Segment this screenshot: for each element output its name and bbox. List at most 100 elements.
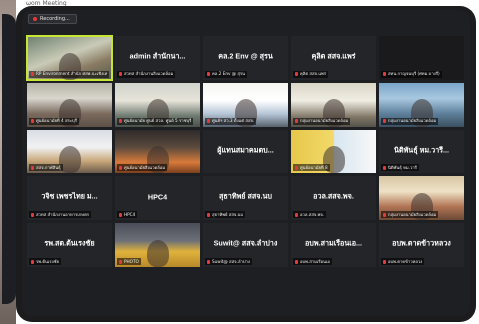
mic-muted-icon <box>31 72 34 77</box>
participant-label: สุธาทิพย์ สสจ.นบ <box>212 211 244 217</box>
mic-muted-icon <box>383 259 386 264</box>
participant-name-tag: กลุ่มงานอนามัยสิ่งแวดล้อม <box>381 117 439 125</box>
participant-name-tag: RP Environment สำนัก ศสพ.ฉะเชิงเทรา <box>29 70 109 78</box>
participant-label: สวทส สำนักงานสิ่งแวดล้อม <box>124 71 174 77</box>
participant-name-tag: สวทส สำนักงานสิ่งแวดล้อม <box>117 70 176 78</box>
participant-name-tag: รพ.ต้นเรงชัย <box>29 258 61 266</box>
mic-muted-icon <box>383 212 386 217</box>
participant-tile[interactable]: กลุ่มงานอนามัยสิ่งแวดล้อม <box>291 82 376 127</box>
mic-muted-icon <box>295 72 298 77</box>
background-device <box>2 14 16 304</box>
participant-label: อวล.สสจ.พจ. <box>300 211 325 217</box>
participant-label: Suwit@ สสจ.ลำปาง <box>212 258 250 264</box>
meeting-screen: Recording... RP Environment สำนัก ศสพ.ฉะ… <box>22 10 470 316</box>
participant-label: กลุ่มงานอนามัยสิ่งแวดล้อม <box>300 118 349 124</box>
mic-muted-icon <box>119 119 122 124</box>
participant-display-name: admin สำนักนา... <box>129 51 186 61</box>
participant-label: สวทส สำนักงานอาหารเกษตร <box>36 211 90 217</box>
participant-label: PHOTO <box>124 258 139 264</box>
participant-tile[interactable]: อบพ.สามเรือนเอ... อบพ.สามเรือนเอ <box>291 223 376 268</box>
mic-muted-icon <box>119 259 122 264</box>
participant-display-name: คุลิต สสจ.แพร่ <box>311 51 356 61</box>
participant-name-tag: สุธาทิพย์ สสจ.นบ <box>205 211 246 219</box>
participant-tile[interactable]: กลุ่มงานอนามัยสิ่งแวดล้อม <box>379 176 464 221</box>
record-dot-icon <box>33 17 37 21</box>
mic-muted-icon <box>31 119 34 124</box>
participant-label: ศูนย์อนามัย ศูนย์ สวล. ศูนย์ 5 ราชบุรี <box>124 118 192 124</box>
participant-name-tag: อบพ.ตาดข้าวหลวง <box>381 258 425 266</box>
participant-tile[interactable]: Suwit@ สสจ.ลำปาง Suwit@ สสจ.ลำปาง <box>203 223 288 268</box>
participant-tile[interactable]: RP Environment สำนัก ศสพ.ฉะเชิงเทรา <box>26 35 113 81</box>
participant-tile[interactable]: รพ.สต.ต้นเรงชัย รพ.ต้นเรงชัย <box>27 223 112 268</box>
participant-display-name: ผู้แทนสมาคมตบ... <box>217 144 274 154</box>
participant-label: ศูนย์อนามัยที่ 4 สระบุรี <box>36 118 77 124</box>
participant-tile[interactable]: สทน.กาญจนบุรี (ศทม.บางรี) <box>379 36 464 80</box>
participant-name-tag: กลุ่มงานอนามัยสิ่งแวดล้อม <box>293 117 351 125</box>
participant-tile[interactable]: ศูนย์อนามัยที่ 8 <box>291 129 376 174</box>
mic-muted-icon <box>295 212 298 217</box>
mic-muted-icon <box>119 165 122 170</box>
participant-tile[interactable]: สสจ.กาฬสินธุ์ <box>27 129 112 174</box>
participant-display-name: สุธาทิพย์ สสจ.นบ <box>219 191 272 201</box>
participant-tile[interactable]: นิติพันธุ์ หม.วารี... นิติพันธุ์ หม.วารี <box>379 129 464 174</box>
mic-muted-icon <box>119 72 122 77</box>
participant-tile[interactable]: PHOTO <box>115 223 200 268</box>
participant-tile[interactable]: สุธาทิพย์ สสจ.นบ สุธาทิพย์ สสจ.นบ <box>203 176 288 221</box>
participant-display-name: วจิช เพชรไทย ม... <box>41 191 98 201</box>
participant-label: HPC4 <box>124 211 136 217</box>
participant-label: ศูนย์อนามัยสิ่งแวดล้อม <box>124 164 166 170</box>
participant-label: อบพ.ตาดข้าวหลวง <box>388 258 423 264</box>
participant-name-tag: Suwit@ สสจ.ลำปาง <box>205 258 252 266</box>
participant-name-tag: คล.2 Env @ สุรน <box>205 70 247 78</box>
participant-name-tag: ศูนย์ฯ สว.3 ตั้งแต่ สสจ. <box>205 117 257 125</box>
participant-tile[interactable]: กลุ่มงานอนามัยสิ่งแวดล้อม <box>379 82 464 127</box>
mic-muted-icon <box>383 165 386 170</box>
participant-name-tag: HPC4 <box>117 211 138 219</box>
recording-label: Recording... <box>40 16 70 22</box>
mic-muted-icon <box>207 259 210 264</box>
participant-tile[interactable]: ศูนย์อนามัยสิ่งแวดล้อม <box>115 129 200 174</box>
participant-tile[interactable]: ผู้แทนสมาคมตบ... <box>203 129 288 174</box>
participant-label: กลุ่มงานอนามัยสิ่งแวดล้อม <box>388 211 437 217</box>
participant-display-name: อบพ.ตาดข้าวหลวง <box>392 238 451 248</box>
participant-display-name: นิติพันธุ์ หม.วารี... <box>393 144 449 154</box>
participant-name-tag: อวล.สสจ.พจ. <box>293 211 327 219</box>
participant-label: RP Environment สำนัก ศสพ.ฉะเชิงเทรา <box>36 71 107 77</box>
participant-tile[interactable]: อวล.สสจ.พจ. อวล.สสจ.พจ. <box>291 176 376 221</box>
mic-muted-icon <box>295 165 298 170</box>
participant-name-tag: กลุ่มงานอนามัยสิ่งแวดล้อม <box>381 211 439 219</box>
mic-muted-icon <box>31 165 34 170</box>
mic-muted-icon <box>207 212 210 217</box>
participant-display-name: อวล.สสจ.พจ. <box>313 191 354 201</box>
recording-indicator[interactable]: Recording... <box>28 14 77 24</box>
background-photo <box>0 0 16 324</box>
mic-muted-icon <box>119 212 122 217</box>
participant-tile[interactable]: ศูนย์อนามัย ศูนย์ สวล. ศูนย์ 5 ราชบุรี <box>115 82 200 127</box>
mic-muted-icon <box>295 119 298 124</box>
participant-label: ศูนย์อนามัยที่ 8 <box>300 164 328 170</box>
participant-display-name: Suwit@ สสจ.ลำปาง <box>213 238 278 248</box>
participant-tile[interactable]: อบพ.ตาดข้าวหลวง อบพ.ตาดข้าวหลวง <box>379 223 464 268</box>
participant-name-tag: คุลิต สสจ.แพร่ <box>293 70 329 78</box>
participant-tile[interactable]: คุลิต สสจ.แพร่ คุลิต สสจ.แพร่ <box>291 36 376 80</box>
participant-label: สสจ.กาฬสินธุ์ <box>36 164 61 170</box>
participant-tile[interactable]: ศูนย์อนามัยที่ 4 สระบุรี <box>27 82 112 127</box>
participant-display-name: HPC4 <box>147 193 168 203</box>
participant-tile[interactable]: คล.2 Env @ สุรน คล.2 Env @ สุรน <box>203 36 288 80</box>
participant-tile[interactable]: วจิช เพชรไทย ม... สวทส สำนักงานอาหารเกษตร <box>27 176 112 221</box>
participant-name-tag: PHOTO <box>117 258 141 266</box>
participant-label: คล.2 Env @ สุรน <box>212 71 245 77</box>
participant-label: สทน.กาญจนบุรี (ศทม.บางรี) <box>388 71 440 77</box>
participant-label: รพ.ต้นเรงชัย <box>36 258 59 264</box>
mic-muted-icon <box>383 119 386 124</box>
participant-name-tag: นิติพันธุ์ หม.วารี <box>381 164 419 172</box>
participant-name-tag: ศูนย์อนามัยที่ 8 <box>293 164 330 172</box>
mic-muted-icon <box>207 72 210 77</box>
participant-video <box>147 239 170 268</box>
participant-name-tag: สสจ.กาฬสินธุ์ <box>29 164 63 172</box>
mic-muted-icon <box>31 212 34 217</box>
participant-tile[interactable]: admin สำนักนา... สวทส สำนักงานสิ่งแวดล้อม <box>115 36 200 80</box>
participant-tile[interactable]: HPC4 HPC4 <box>115 176 200 221</box>
participant-label: อบพ.สามเรือนเอ <box>300 258 330 264</box>
participant-tile[interactable]: ศูนย์ฯ สว.3 ตั้งแต่ สสจ. <box>203 82 288 127</box>
